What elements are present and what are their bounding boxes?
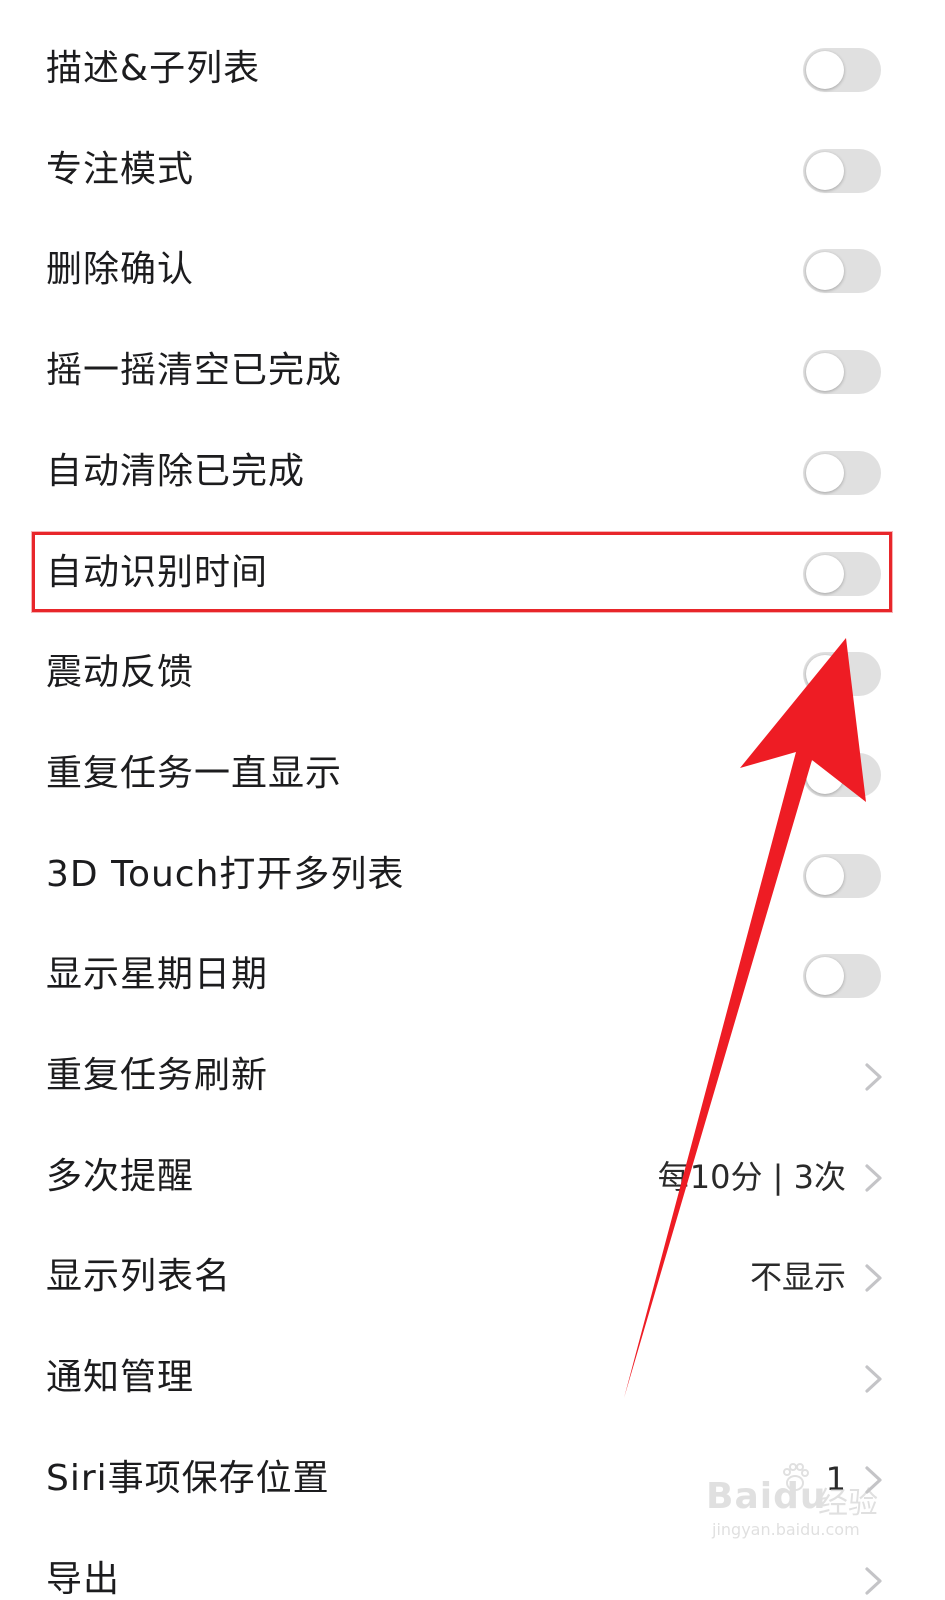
toggle-knob bbox=[806, 655, 844, 694]
toggle-knob bbox=[806, 51, 844, 89]
settings-row-2[interactable]: 删除确认 bbox=[0, 220, 945, 321]
settings-row-value: 不显示 bbox=[749, 1258, 846, 1297]
settings-screen: 描述&子列表 专注模式 删除确认 摇一摇清空已完成 自动清除已完成 自动识别时间 震动反馈重… bbox=[0, 0, 945, 1600]
settings-row-label: 显示星期日期 bbox=[46, 954, 269, 996]
toggle-switch[interactable] bbox=[803, 853, 881, 898]
chevron-right-icon bbox=[865, 1264, 882, 1292]
settings-row-label: 多次提醒 bbox=[46, 1155, 195, 1197]
toggle-knob bbox=[806, 856, 844, 895]
toggle-knob bbox=[806, 957, 844, 996]
highlight-box bbox=[32, 532, 892, 612]
settings-row-10[interactable]: 重复任务刷新 bbox=[0, 1026, 945, 1127]
toggle-switch[interactable] bbox=[803, 954, 881, 999]
settings-row-value: 每10分 | 3次 bbox=[657, 1157, 846, 1196]
toggle-knob bbox=[806, 453, 844, 492]
toggle-knob bbox=[806, 252, 844, 291]
settings-row-label: 导出 bbox=[46, 1558, 121, 1600]
chevron-right-icon bbox=[865, 1063, 882, 1091]
toggle-switch[interactable] bbox=[803, 249, 881, 294]
chevron-right-icon bbox=[865, 1365, 882, 1393]
settings-row-6[interactable]: 震动反馈 bbox=[0, 623, 945, 724]
settings-row-label: 删除确认 bbox=[46, 249, 195, 291]
settings-row-12[interactable]: 显示列表名 不显示 bbox=[0, 1227, 945, 1328]
toggle-switch[interactable] bbox=[803, 148, 881, 193]
settings-row-0[interactable]: 描述&子列表 bbox=[0, 19, 945, 120]
settings-row-4[interactable]: 自动清除已完成 bbox=[0, 422, 945, 523]
settings-row-label: 自动清除已完成 bbox=[46, 450, 306, 492]
settings-row-label: 重复任务一直显示 bbox=[46, 752, 343, 794]
chevron-right-icon bbox=[865, 1566, 882, 1595]
settings-row-1[interactable]: 专注模式 bbox=[0, 120, 945, 221]
toggle-switch[interactable] bbox=[803, 652, 881, 697]
toggle-switch[interactable] bbox=[803, 48, 881, 92]
settings-row-13[interactable]: 通知管理 bbox=[0, 1328, 945, 1429]
watermark-cn: 经验 bbox=[818, 1486, 878, 1521]
settings-row-label: 摇一摇清空已完成 bbox=[46, 350, 343, 392]
toggle-knob bbox=[806, 353, 844, 392]
settings-row-label: Siri事项保存位置 bbox=[46, 1457, 330, 1499]
settings-row-7[interactable]: 重复任务一直显示 bbox=[0, 724, 945, 825]
settings-row-label: 通知管理 bbox=[46, 1357, 195, 1399]
toggle-switch[interactable] bbox=[803, 350, 881, 395]
settings-row-label: 专注模式 bbox=[46, 148, 195, 190]
toggle-knob bbox=[806, 151, 844, 190]
settings-row-11[interactable]: 多次提醒 每10分 | 3次 bbox=[0, 1127, 945, 1228]
settings-row-label: 震动反馈 bbox=[46, 652, 195, 694]
settings-row-9[interactable]: 显示星期日期 bbox=[0, 925, 945, 1026]
toggle-switch[interactable] bbox=[803, 752, 881, 797]
chevron-right-icon bbox=[865, 1164, 882, 1192]
toggle-switch[interactable] bbox=[803, 450, 881, 495]
settings-row-label: 描述&子列表 bbox=[46, 48, 261, 89]
settings-row-label: 3D Touch打开多列表 bbox=[46, 853, 405, 895]
settings-row-8[interactable]: 3D Touch打开多列表 bbox=[0, 825, 945, 926]
baidu-watermark: Baidu 经验 jingyan.baidu.com bbox=[706, 1462, 886, 1552]
toggle-knob bbox=[806, 755, 844, 794]
settings-row-label: 显示列表名 bbox=[46, 1256, 232, 1298]
settings-row-3[interactable]: 摇一摇清空已完成 bbox=[0, 321, 945, 422]
watermark-brand: Baidu bbox=[706, 1476, 827, 1517]
settings-row-label: 重复任务刷新 bbox=[46, 1055, 269, 1096]
watermark-url: jingyan.baidu.com bbox=[712, 1520, 860, 1539]
